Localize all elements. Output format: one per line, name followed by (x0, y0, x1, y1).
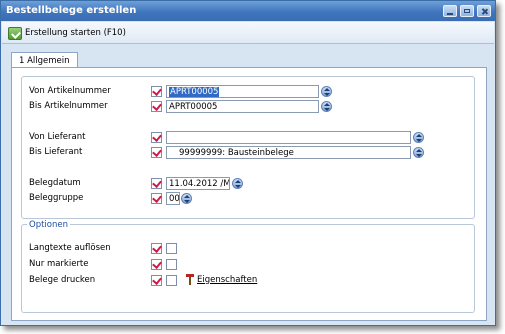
checkbox-von-lieferant[interactable] (151, 132, 162, 143)
label-bis-artikelnummer: Bis Artikelnummer (29, 101, 108, 111)
criteria-group: Von Artikelnummer APRT00005 Bis Artikeln… (21, 76, 475, 219)
start-creation-label: Erstellung starten (F10) (25, 28, 126, 38)
von-lieferant-input[interactable] (166, 131, 411, 144)
close-icon (481, 9, 487, 13)
checkbox-beleggruppe[interactable] (151, 193, 162, 204)
bis-lieferant-input[interactable]: 99999999: Bausteinbelege (166, 146, 411, 159)
label-von-lieferant: Von Lieferant (29, 132, 86, 142)
label-bis-lieferant: Bis Lieferant (29, 147, 83, 157)
checkbox-belegdatum[interactable] (151, 178, 162, 189)
title-bar[interactable]: Bestellbelege erstellen (1, 1, 495, 21)
belegdatum-input[interactable]: 11.04.2012 /Mi (166, 177, 230, 190)
tab-allgemein[interactable]: 1 Allgemein (11, 52, 78, 68)
options-title: Optionen (27, 220, 70, 230)
maximize-icon (464, 9, 470, 13)
checkbox-belege-drucken-mark[interactable] (151, 275, 162, 286)
minimize-icon (447, 9, 453, 15)
checkbox-nur-markierte[interactable] (166, 259, 177, 270)
start-icon (8, 26, 22, 40)
belegdatum-spinner-icon[interactable] (232, 178, 243, 189)
checkbox-belege-drucken[interactable] (166, 275, 177, 286)
dialog-window: Bestellbelege erstellen Erstellung start… (0, 0, 496, 326)
eigenschaften-button[interactable]: Eigenschaften (186, 274, 257, 285)
checkbox-nur-markierte-mark[interactable] (151, 259, 162, 270)
label-belege-drucken: Belege drucken (29, 275, 96, 285)
von-artikelnummer-value: APRT00005 (169, 87, 220, 97)
window-title: Bestellbelege erstellen (6, 5, 137, 16)
beleggruppe-spinner-icon[interactable] (181, 193, 192, 204)
von-lieferant-lookup-icon[interactable] (413, 132, 424, 143)
minimize-button[interactable] (443, 5, 457, 17)
checkbox-bis-artikelnummer[interactable] (151, 101, 162, 112)
close-button[interactable] (477, 5, 491, 17)
checkbox-von-artikelnummer[interactable] (151, 86, 162, 97)
eigenschaften-label: Eigenschaften (197, 274, 258, 285)
checkbox-langtexte-mark[interactable] (151, 243, 162, 254)
beleggruppe-input[interactable]: 00 (166, 192, 180, 205)
checkbox-bis-lieferant[interactable] (151, 147, 162, 158)
label-nur-markierte: Nur markierte (29, 259, 89, 269)
options-group: Optionen Langtexte auflösen Nur markiert… (21, 220, 475, 313)
tab-strip: 1 Allgemein (11, 52, 78, 68)
von-artikelnummer-input[interactable]: APRT00005 (166, 85, 319, 98)
von-artikelnummer-lookup-icon[interactable] (321, 86, 332, 97)
hammer-icon (186, 274, 194, 285)
bis-lieferant-lookup-icon[interactable] (413, 147, 424, 158)
label-beleggruppe: Beleggruppe (29, 193, 84, 203)
maximize-button[interactable] (460, 5, 474, 17)
toolbar: Erstellung starten (F10) (2, 22, 494, 44)
bis-artikelnummer-input[interactable]: APRT00005 (166, 100, 319, 113)
start-creation-button[interactable]: Erstellung starten (F10) (8, 25, 126, 41)
label-langtexte: Langtexte auflösen (29, 243, 111, 253)
label-von-artikelnummer: Von Artikelnummer (29, 86, 111, 96)
label-belegdatum: Belegdatum (29, 178, 81, 188)
tab-panel: Von Artikelnummer APRT00005 Bis Artikeln… (11, 67, 487, 321)
checkbox-langtexte[interactable] (166, 243, 177, 254)
bis-artikelnummer-lookup-icon[interactable] (321, 101, 332, 112)
